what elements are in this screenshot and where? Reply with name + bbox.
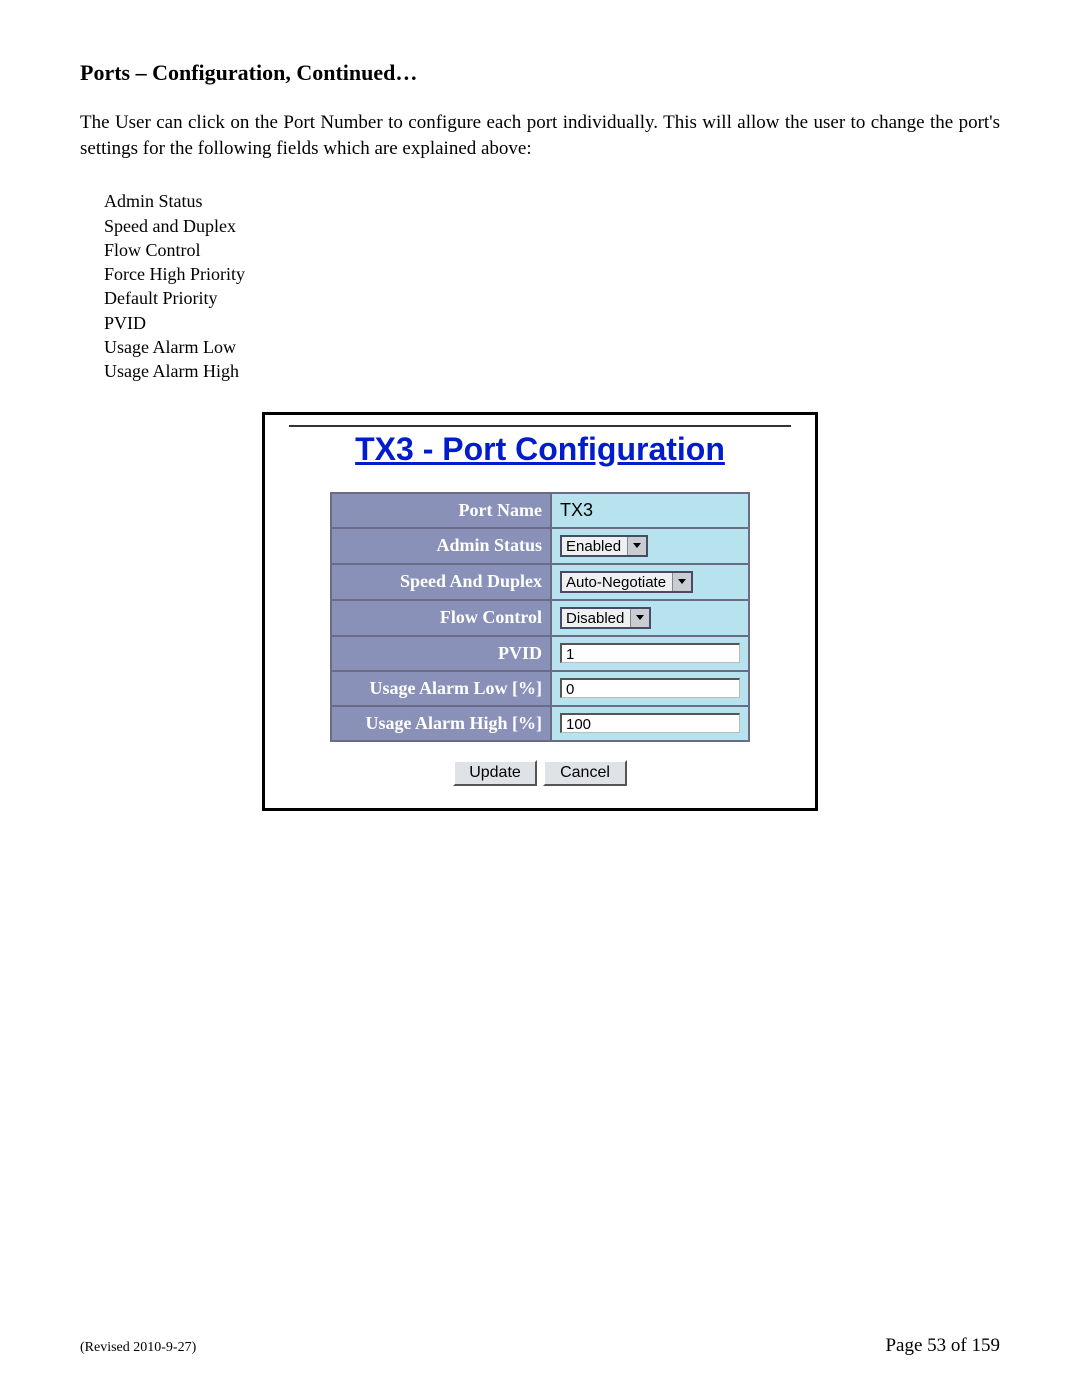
pvid-input[interactable]: 1 <box>560 643 740 663</box>
field-list: Admin Status Speed and Duplex Flow Contr… <box>104 189 1000 383</box>
row-speed-duplex: Speed And Duplex Auto-Negotiate <box>331 564 749 600</box>
field-item: Force High Priority <box>104 262 1000 286</box>
config-table: Port Name TX3 Admin Status Enabled Speed… <box>330 492 750 742</box>
admin-status-select[interactable]: Enabled <box>560 535 648 557</box>
admin-status-value: Enabled <box>562 537 627 555</box>
chevron-down-icon <box>630 609 649 627</box>
label-speed-duplex: Speed And Duplex <box>331 564 551 600</box>
label-admin-status: Admin Status <box>331 528 551 564</box>
row-alarm-low: Usage Alarm Low [%] 0 <box>331 671 749 706</box>
field-item: Flow Control <box>104 238 1000 262</box>
row-admin-status: Admin Status Enabled <box>331 528 749 564</box>
field-item: Default Priority <box>104 286 1000 310</box>
alarm-low-input[interactable]: 0 <box>560 678 740 698</box>
flow-control-value: Disabled <box>562 609 630 627</box>
button-row: Update Cancel <box>289 760 791 786</box>
value-port-name: TX3 <box>551 493 749 528</box>
revised-date: (Revised 2010-9-27) <box>80 1340 196 1356</box>
document-page: Ports – Configuration, Continued… The Us… <box>0 0 1080 1397</box>
page-footer: (Revised 2010-9-27) Page 53 of 159 <box>80 1335 1000 1357</box>
chevron-down-icon <box>672 573 691 591</box>
section-heading: Ports – Configuration, Continued… <box>80 60 1000 86</box>
label-alarm-high: Usage Alarm High [%] <box>331 706 551 741</box>
chevron-down-icon <box>627 537 646 555</box>
config-panel: TX3 - Port Configuration Port Name TX3 A… <box>262 412 818 811</box>
field-item: Admin Status <box>104 189 1000 213</box>
label-flow-control: Flow Control <box>331 600 551 636</box>
label-pvid: PVID <box>331 636 551 671</box>
label-alarm-low: Usage Alarm Low [%] <box>331 671 551 706</box>
field-item: PVID <box>104 311 1000 335</box>
field-item: Usage Alarm Low <box>104 335 1000 359</box>
row-pvid: PVID 1 <box>331 636 749 671</box>
row-alarm-high: Usage Alarm High [%] 100 <box>331 706 749 741</box>
intro-paragraph: The User can click on the Port Number to… <box>80 110 1000 161</box>
label-port-name: Port Name <box>331 493 551 528</box>
field-item: Usage Alarm High <box>104 359 1000 383</box>
flow-control-select[interactable]: Disabled <box>560 607 651 629</box>
update-button[interactable]: Update <box>453 760 537 786</box>
field-item: Speed and Duplex <box>104 214 1000 238</box>
row-flow-control: Flow Control Disabled <box>331 600 749 636</box>
page-number: Page 53 of 159 <box>885 1335 1000 1357</box>
panel-title-link[interactable]: TX3 - Port Configuration <box>289 425 791 468</box>
speed-duplex-value: Auto-Negotiate <box>562 573 672 591</box>
row-port-name: Port Name TX3 <box>331 493 749 528</box>
alarm-high-input[interactable]: 100 <box>560 713 740 733</box>
cancel-button[interactable]: Cancel <box>543 760 627 786</box>
speed-duplex-select[interactable]: Auto-Negotiate <box>560 571 693 593</box>
